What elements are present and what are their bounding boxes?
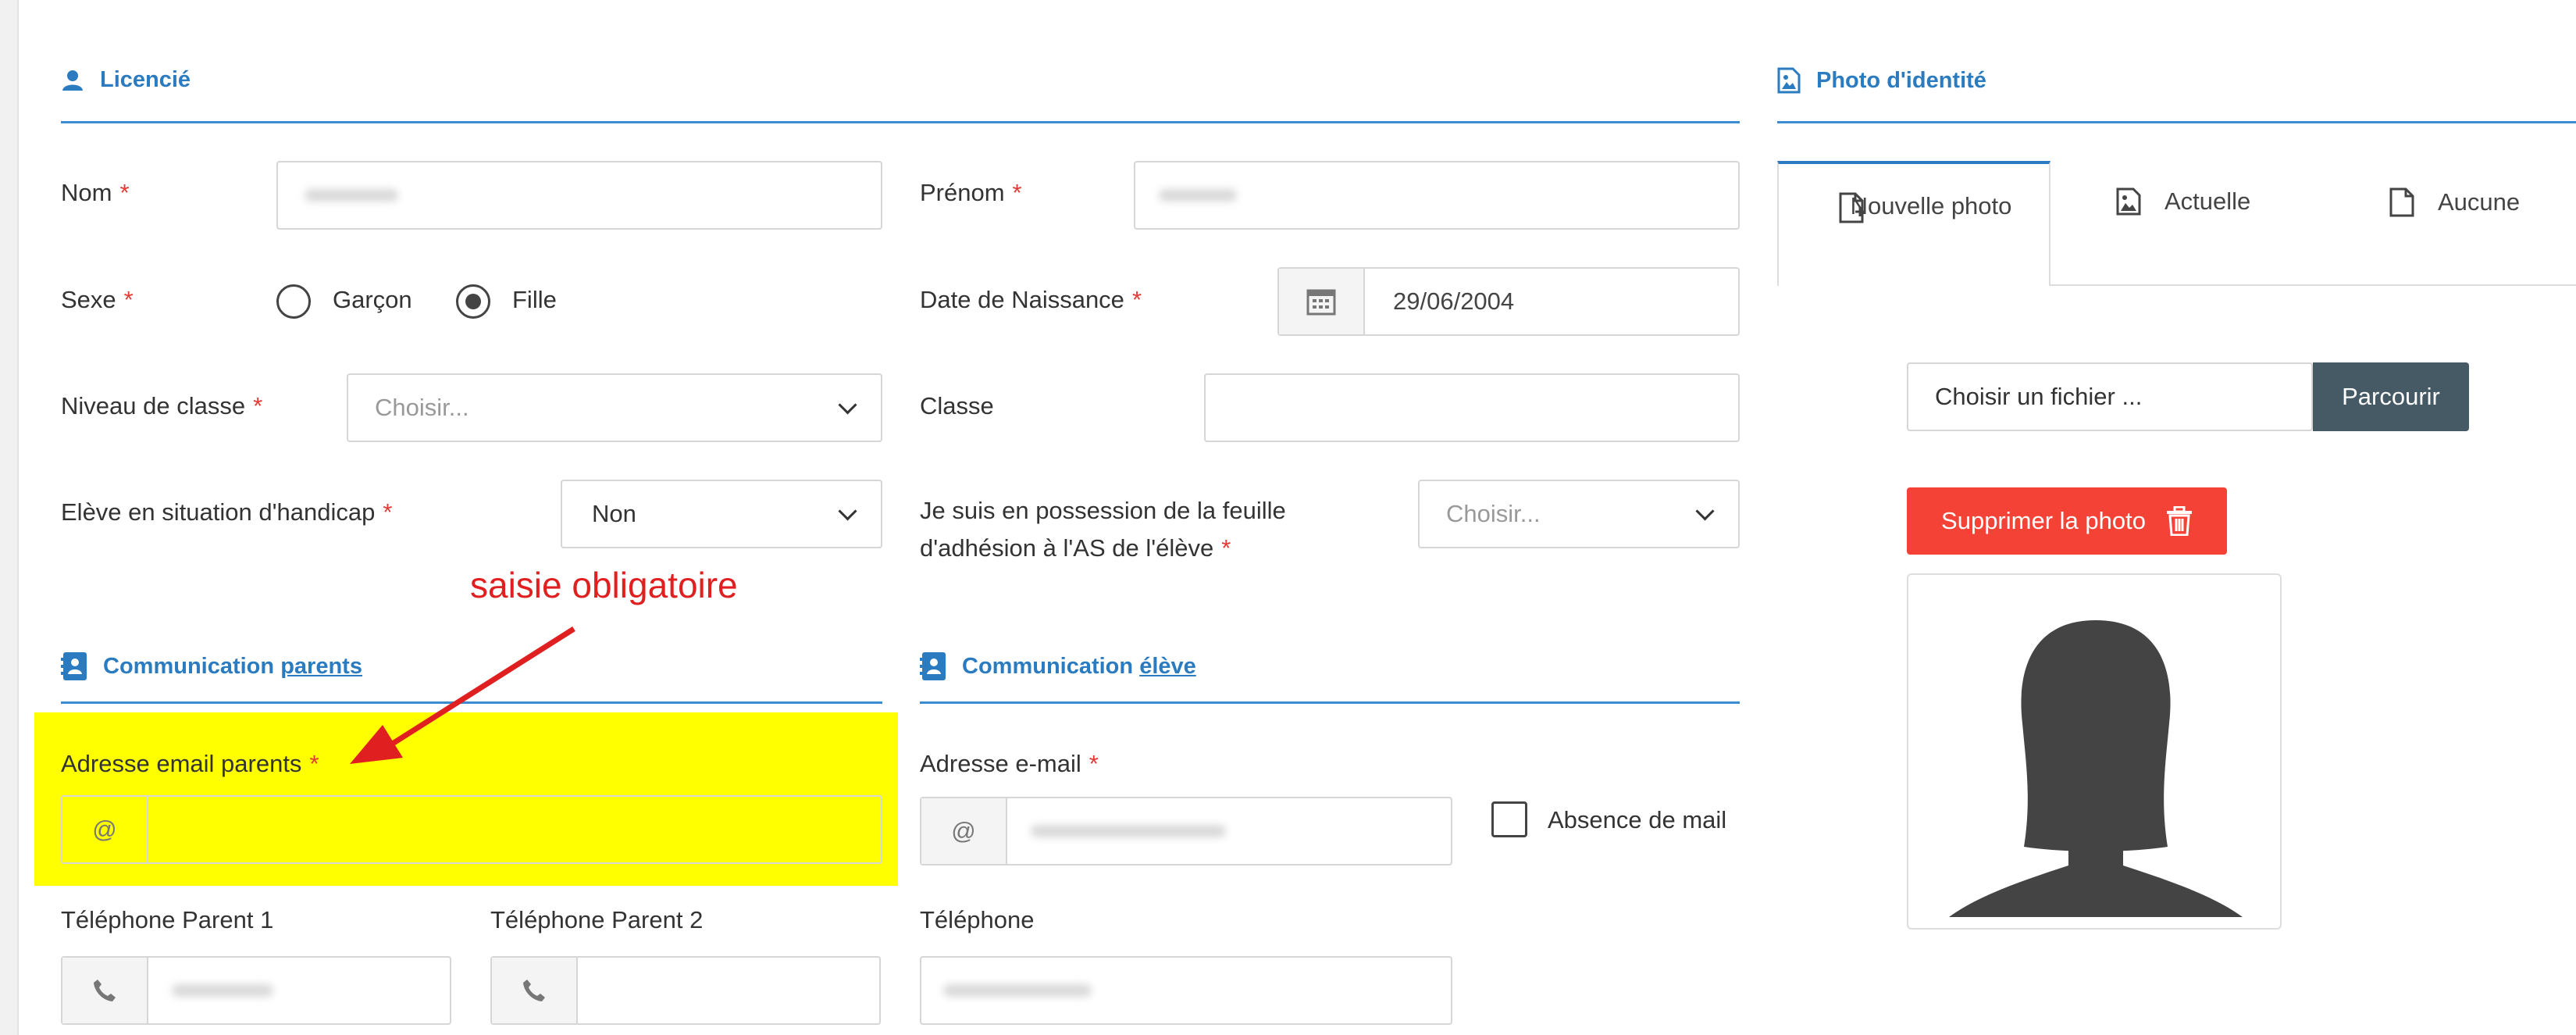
annotation-text: saisie obligatoire (470, 565, 738, 605)
tel-parent2-input[interactable] (490, 956, 881, 1025)
tab-aucune[interactable]: Aucune (2389, 187, 2520, 217)
file-input[interactable]: Choisir un fichier ... (1907, 362, 2313, 431)
at-addon: @ (921, 798, 1007, 864)
tel-eleve-input[interactable] (920, 956, 1452, 1025)
avatar (1907, 573, 2282, 930)
section-title-text: Licencié (100, 67, 191, 92)
feuille-as-label: Je suis en possession de la feuille d'ad… (920, 497, 1286, 562)
tab-actuelle-label: Actuelle (2164, 187, 2251, 215)
chevron-down-icon (1695, 501, 1715, 521)
radio-fille[interactable] (456, 284, 490, 319)
comm-eleve-link[interactable]: élève (1139, 654, 1196, 679)
tabs-baseline (2050, 284, 2576, 286)
prenom-input[interactable] (1134, 161, 1740, 230)
address-book-icon (61, 652, 87, 680)
tab-actuelle[interactable]: Actuelle (2116, 187, 2250, 216)
photo-title-text: Photo d'identité (1816, 67, 1986, 93)
tel-eleve-label: Téléphone (920, 906, 1035, 933)
radio-fille-label: Fille (512, 286, 557, 313)
date-naissance-label: Date de Naissance * (920, 286, 1142, 313)
trash-icon (2166, 506, 2192, 536)
classe-input[interactable] (1204, 373, 1740, 442)
date-naissance-input[interactable]: 29/06/2004 (1277, 267, 1740, 336)
tel-parent1-input[interactable] (61, 956, 451, 1025)
phone-addon (62, 958, 148, 1023)
female-silhouette-icon (1949, 620, 2243, 917)
chevron-down-icon (838, 394, 857, 415)
image-file-icon (1777, 67, 1801, 94)
address-book-icon (920, 652, 946, 680)
tab-nouvelle-photo[interactable]: Nouvelle photo (1777, 161, 2050, 286)
section-divider (61, 121, 1740, 123)
absence-mail-label: Absence de mail (1548, 806, 1727, 833)
email-eleve-label: Adresse e-mail * (920, 750, 1099, 777)
absence-mail-checkbox[interactable] (1491, 801, 1527, 837)
phone-icon (523, 980, 545, 1001)
sexe-label: Sexe * (61, 286, 134, 313)
email-parents-label: Adresse email parents * (61, 750, 319, 777)
niveau-classe-label: Niveau de classe * (61, 392, 263, 419)
at-addon: @ (62, 797, 148, 862)
browse-button[interactable]: Parcourir (2313, 362, 2469, 431)
classe-label: Classe (920, 392, 994, 419)
blank-file-icon (2389, 187, 2414, 217)
email-parents-input[interactable]: @ (61, 795, 882, 864)
section-divider (1777, 121, 2576, 123)
radio-garcon[interactable] (276, 284, 311, 319)
annotation-arrow (350, 626, 575, 764)
nom-input[interactable] (276, 161, 882, 230)
phone-addon (492, 958, 578, 1023)
niveau-classe-select[interactable]: Choisir... (347, 373, 882, 442)
tab-nouvelle-photo-label: Nouvelle photo (1850, 192, 2012, 219)
delete-photo-button[interactable]: Supprimer la photo (1907, 487, 2227, 555)
handicap-label: Elève en situation d'handicap * (61, 498, 393, 526)
section-divider (920, 701, 1740, 704)
image-file-icon (2116, 187, 2141, 216)
section-title-comm-parents: Communication parents (61, 651, 362, 681)
section-title-comm-eleve: Communication élève (920, 651, 1196, 681)
calendar-addon[interactable] (1279, 269, 1365, 334)
section-title-licencie: Licencié (61, 67, 191, 93)
date-value: 29/06/2004 (1393, 287, 1515, 315)
comm-eleve-title: Communication (962, 653, 1134, 679)
handicap-select[interactable]: Non (561, 480, 882, 548)
nom-label: Nom * (61, 179, 130, 206)
prenom-label: Prénom * (920, 179, 1022, 206)
feuille-as-select[interactable]: Choisir... (1418, 480, 1740, 548)
tel-parent2-label: Téléphone Parent 2 (490, 906, 704, 933)
comm-parents-title: Communication (103, 653, 275, 679)
tab-aucune-label: Aucune (2438, 188, 2521, 216)
phone-icon (94, 980, 116, 1001)
calendar-icon (1306, 289, 1336, 316)
user-icon (62, 70, 83, 91)
email-eleve-input[interactable]: @ (920, 797, 1452, 865)
chevron-down-icon (838, 501, 857, 521)
radio-garcon-label: Garçon (333, 286, 412, 313)
section-title-photo: Photo d'identité (1777, 67, 1986, 94)
left-border (0, 0, 19, 1035)
tel-parent1-label: Téléphone Parent 1 (61, 906, 274, 933)
